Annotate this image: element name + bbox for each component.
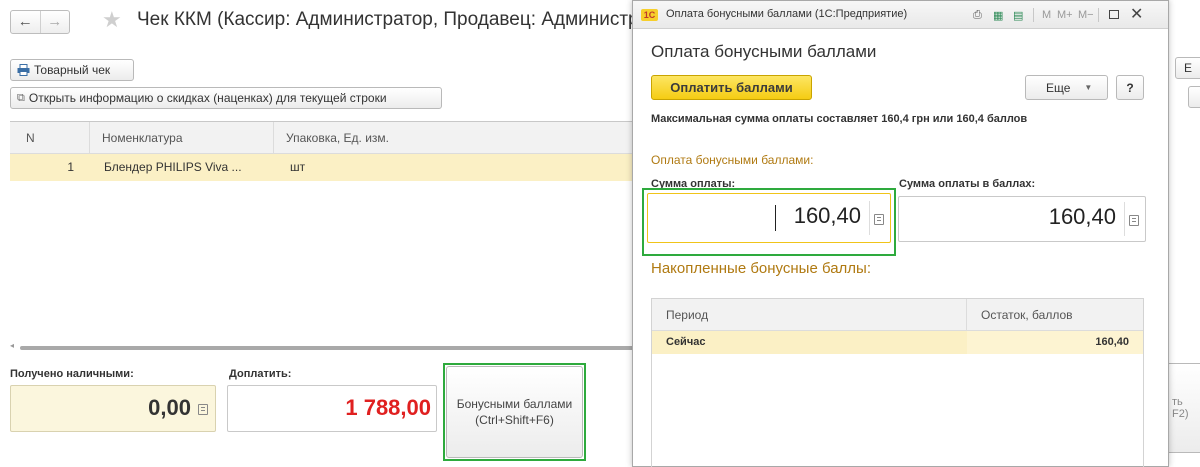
forward-arrow-icon[interactable]: → <box>39 11 70 33</box>
right-cut-text-2: ть <box>1172 396 1183 408</box>
scrollbar-thumb[interactable] <box>20 346 640 350</box>
to-pay-label: Доплатить: <box>229 368 292 380</box>
dialog-heading: Оплата бонусными баллами <box>651 42 877 61</box>
points-value: 160,40 <box>1048 204 1116 229</box>
text-cursor <box>775 205 776 231</box>
back-arrow-icon[interactable]: ← <box>11 11 40 33</box>
print-icon[interactable]: ⎙ <box>973 9 982 22</box>
column-header-period[interactable]: Период <box>652 299 967 331</box>
points-label: Сумма оплаты в баллах: <box>899 178 1036 190</box>
received-cash-field[interactable]: 0,00 <box>10 385 216 432</box>
column-header-n[interactable]: N <box>10 122 90 154</box>
row-unit: шт <box>290 160 306 174</box>
column-header-item[interactable]: Номенклатура <box>90 122 274 154</box>
memory-minus-icon[interactable]: M− <box>1078 9 1094 21</box>
maximize-icon[interactable] <box>1109 10 1119 19</box>
payment-section-title: Оплата бонусными баллами: <box>651 153 814 167</box>
spreadsheet-icon[interactable]: ▦ <box>993 9 1003 22</box>
points-field[interactable]: 160,40 <box>898 196 1146 242</box>
row-number: 1 <box>67 160 74 174</box>
dialog-window-title: Оплата бонусными баллами (1С:Предприятие… <box>666 8 908 20</box>
bonus-balance-table: Период Остаток, баллов Сейчас 160,40 <box>651 298 1144 467</box>
memory-m-icon[interactable]: M <box>1042 9 1051 21</box>
bonus-button-line2: (Ctrl+Shift+F6) <box>475 413 554 427</box>
row-item: Блендер PHILIPS Viva ... <box>104 160 242 174</box>
calendar-icon[interactable]: ▤ <box>1013 9 1023 22</box>
favorite-star-icon[interactable]: ★ <box>102 7 122 33</box>
table-header: N Номенклатура Упаковка, Ед. изм. <box>10 122 650 154</box>
toolbar-separator <box>1033 8 1034 22</box>
column-header-balance[interactable]: Остаток, баллов <box>967 299 1143 331</box>
goods-table: N Номенклатура Упаковка, Ед. изм. 1 Блен… <box>10 121 650 349</box>
calculator-icon[interactable] <box>198 404 208 415</box>
open-link-icon: ⧉ <box>17 91 25 104</box>
discount-info-label: Открыть информацию о скидках (наценках) … <box>28 91 387 105</box>
nav-buttons: ← → <box>10 10 70 34</box>
screen: ← → ★ Чек ККМ (Кассир: Администратор, Пр… <box>0 0 1200 467</box>
window-title: Чек ККМ (Кассир: Администратор, Продавец… <box>137 9 685 30</box>
field-separator-2 <box>1124 202 1125 236</box>
sum-field[interactable]: 160,40 <box>647 193 891 243</box>
1c-logo-icon: 1С <box>641 9 658 21</box>
received-cash-label: Получено наличными: <box>10 368 134 380</box>
help-button[interactable]: ? <box>1116 75 1144 100</box>
calculator-icon[interactable] <box>874 214 884 225</box>
right-cut-button-2[interactable] <box>1188 86 1200 108</box>
bonus-payment-dialog: 1С Оплата бонусными баллами (1С:Предприя… <box>632 0 1169 467</box>
receipt-button-label: Товарный чек <box>34 63 111 77</box>
more-button-label: Еще <box>1046 80 1071 95</box>
row-balance: 160,40 <box>1095 336 1129 348</box>
horizontal-scrollbar[interactable]: ◂ <box>10 341 640 352</box>
close-icon[interactable]: ✕ <box>1130 4 1143 24</box>
discount-info-button[interactable]: ⧉ Открыть информацию о скидках (наценках… <box>10 87 442 109</box>
balance-table-header: Период Остаток, баллов <box>652 299 1143 331</box>
memory-plus-icon[interactable]: M+ <box>1057 9 1073 21</box>
right-cut-text-3: F2) <box>1172 408 1189 420</box>
table-row[interactable]: 1 Блендер PHILIPS Viva ... шт <box>10 154 650 181</box>
field-separator <box>869 201 870 235</box>
sum-value: 160,40 <box>793 203 861 228</box>
to-pay-field: 1 788,00 <box>227 385 437 432</box>
scroll-left-icon[interactable]: ◂ <box>10 341 14 350</box>
row-balance-cell: 160,40 <box>967 331 1143 354</box>
accumulated-section-title: Накопленные бонусные баллы: <box>651 260 871 277</box>
dropdown-arrow-icon: ▼ <box>1084 83 1093 92</box>
table-row[interactable]: Сейчас 160,40 <box>652 331 1143 354</box>
receipt-button[interactable]: Товарный чек <box>10 59 134 81</box>
bonus-points-button[interactable]: Бонусными баллами (Ctrl+Shift+F6) <box>446 366 583 458</box>
calculator-icon-2[interactable] <box>1129 215 1139 226</box>
toolbar-separator-2 <box>1098 8 1099 22</box>
bonus-button-line1: Бонусными баллами <box>456 397 573 411</box>
right-cut-text: Е <box>1184 61 1193 75</box>
printer-icon <box>17 64 30 76</box>
column-header-unit[interactable]: Упаковка, Ед. изм. <box>274 122 650 154</box>
right-cut-button[interactable]: Е <box>1175 57 1200 79</box>
pay-with-points-button[interactable]: Оплатить баллами <box>651 75 812 100</box>
row-period: Сейчас <box>666 336 706 348</box>
to-pay-value: 1 788,00 <box>345 395 431 420</box>
received-cash-value: 0,00 <box>148 395 191 420</box>
dialog-titlebar: 1С Оплата бонусными баллами (1С:Предприя… <box>633 1 1168 29</box>
more-button[interactable]: Еще ▼ <box>1025 75 1108 100</box>
max-sum-info: Максимальная сумма оплаты составляет 160… <box>651 113 1028 125</box>
